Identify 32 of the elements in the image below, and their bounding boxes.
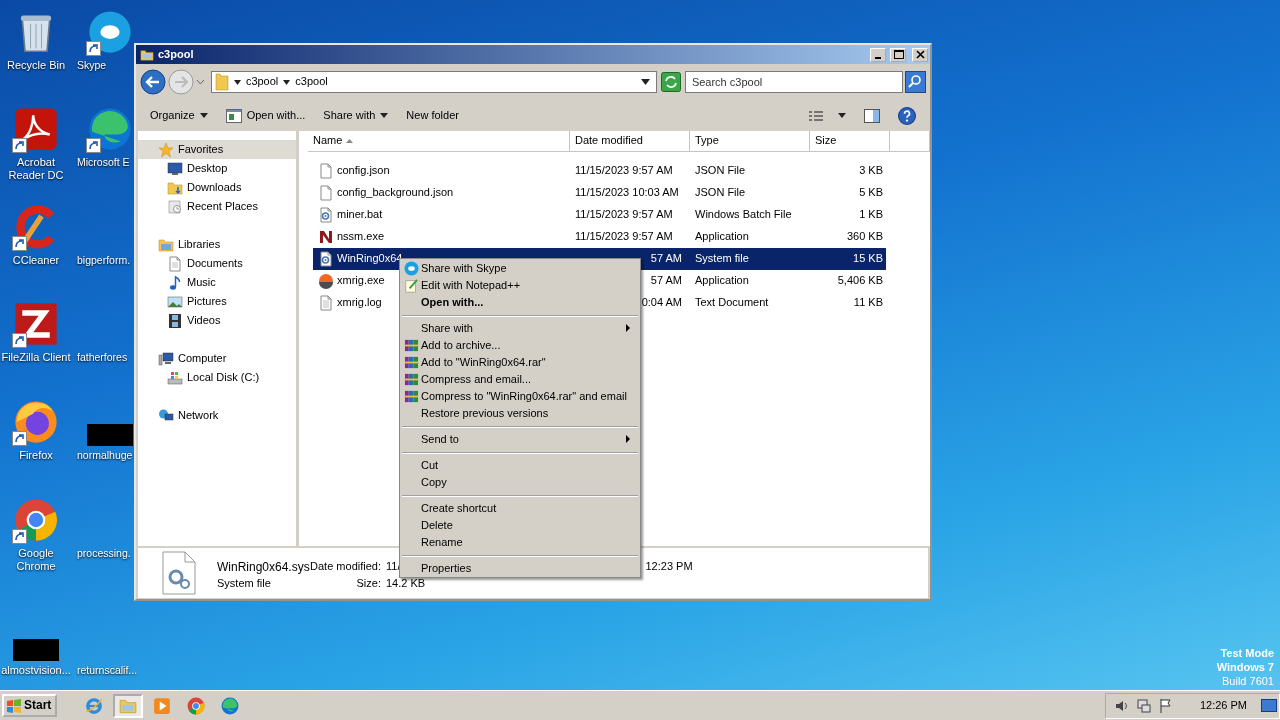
- details-value: 12:23 PM: [645, 560, 693, 574]
- file-type: Application: [694, 230, 750, 244]
- file-size: 5 KB: [858, 186, 884, 200]
- file-date: 57 AM: [649, 274, 683, 288]
- file-date: 11/15/2023 9:57 AM: [574, 208, 674, 222]
- watermark-text: Test Mode: [1219, 646, 1274, 660]
- details-file-name: WinRing0x64.sys: [217, 559, 309, 575]
- window-title: c3pool: [158, 47, 194, 62]
- file-type: Windows Batch File: [694, 208, 793, 222]
- details-label: Date modified:: [309, 560, 381, 573]
- watermark-text: Windows 7: [1216, 660, 1274, 674]
- details-label: Size:: [355, 577, 381, 591]
- file-size: 5,406 KB: [836, 274, 884, 288]
- file-date: 57 AM: [649, 252, 683, 266]
- file-date: 11/15/2023 9:57 AM: [574, 230, 674, 244]
- file-type: Application: [694, 274, 750, 288]
- clock: 12:26 PM: [1199, 698, 1247, 713]
- build-text: Build 7601: [1221, 674, 1274, 688]
- file-date: 11/15/2023 10:03 AM: [574, 186, 680, 200]
- file-size: 11 KB: [852, 296, 884, 310]
- details-file-type: System file: [217, 577, 272, 591]
- file-size: 1 KB: [858, 208, 884, 222]
- file-type: JSON File: [694, 164, 747, 178]
- file-date: 0:04 AM: [640, 296, 683, 310]
- file-size: 3 KB: [858, 164, 884, 178]
- file-size: 15 KB: [852, 252, 884, 266]
- file-type: System file: [694, 252, 750, 266]
- file-type: JSON File: [694, 186, 747, 200]
- file-type: Text Document: [694, 296, 770, 310]
- details-value: 14.2 KB: [385, 577, 427, 591]
- file-size: 360 KB: [845, 230, 884, 244]
- file-date: 11/15/2023 9:57 AM: [574, 164, 674, 178]
